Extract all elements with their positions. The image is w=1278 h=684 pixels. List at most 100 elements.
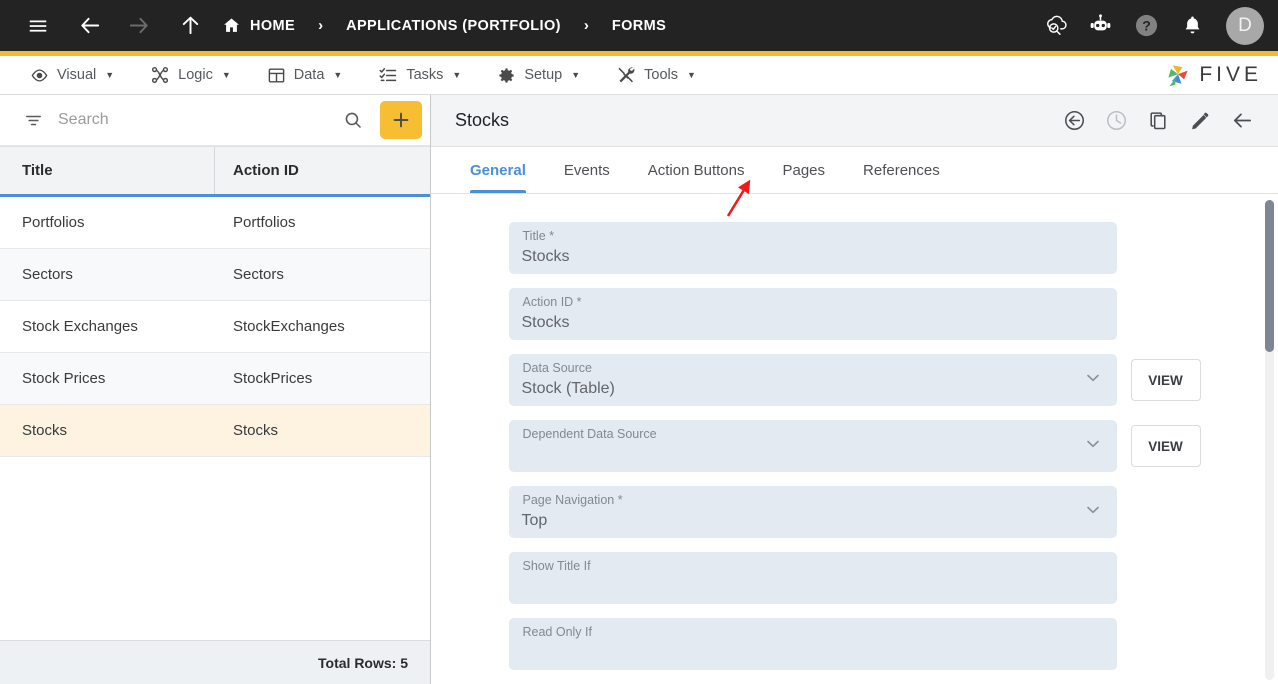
- five-logo-text: FIVE: [1199, 63, 1262, 86]
- field-row-data-source: Data Source Stock (Table) VIEW: [508, 354, 1201, 406]
- data-source-view-button[interactable]: VIEW: [1130, 359, 1201, 401]
- cloud-search-icon[interactable]: [1034, 6, 1074, 46]
- svg-text:?: ?: [1142, 18, 1151, 34]
- nav-forward-icon[interactable]: [118, 6, 158, 46]
- title-field[interactable]: Title * Stocks: [508, 222, 1117, 274]
- tab-pages-label: Pages: [782, 161, 826, 179]
- row-action-id: Stocks: [233, 422, 279, 439]
- total-rows-label: Total Rows: 5: [0, 640, 430, 684]
- data-source-select[interactable]: Data Source Stock (Table): [508, 354, 1117, 406]
- search-icon[interactable]: [338, 105, 368, 135]
- action-id-field[interactable]: Action ID * Stocks: [508, 288, 1117, 340]
- menu-tools[interactable]: Tools ▼: [598, 56, 714, 95]
- table-row[interactable]: Stock Exchanges StockExchanges: [0, 301, 430, 353]
- hamburger-menu-icon[interactable]: [18, 6, 58, 46]
- data-source-value: Stock (Table): [521, 380, 615, 397]
- page-title: Stocks: [455, 110, 510, 130]
- search-toolbar: [0, 95, 430, 146]
- add-form-button[interactable]: [380, 101, 422, 139]
- notifications-bell-icon[interactable]: [1172, 6, 1212, 46]
- chevron-down-icon: ▼: [221, 70, 231, 80]
- action-id-field-value: Stocks: [521, 314, 570, 331]
- copy-duplicate-icon[interactable]: [1140, 103, 1176, 139]
- tab-action-buttons[interactable]: Action Buttons: [629, 147, 764, 193]
- five-pinwheel-icon: [1164, 61, 1192, 89]
- breadcrumb-separator-2: ›: [583, 17, 589, 34]
- topbar-left-group: HOME › APPLICATIONS (PORTFOLIO) › FORMS: [18, 6, 672, 46]
- logic-nodes-icon: [150, 65, 170, 85]
- action-id-field-label: Action ID *: [522, 295, 582, 309]
- avatar-initial: D: [1238, 14, 1252, 36]
- page-navigation-select[interactable]: Page Navigation * Top: [508, 486, 1117, 538]
- close-back-arrow-icon[interactable]: [1224, 103, 1260, 139]
- menu-tools-label: Tools: [644, 67, 678, 83]
- chevron-down-icon: ▼: [105, 70, 115, 80]
- page-navigation-value: Top: [521, 512, 548, 529]
- table-row-selected[interactable]: Stocks Stocks: [0, 405, 430, 457]
- tab-general-label: General: [470, 161, 526, 179]
- search-input[interactable]: [58, 111, 328, 129]
- table-row[interactable]: Stock Prices StockPrices: [0, 353, 430, 405]
- menu-setup[interactable]: Setup ▼: [479, 56, 598, 95]
- main-body: Title Action ID Portfolios Portfolios Se…: [0, 95, 1278, 684]
- tab-events[interactable]: Events: [545, 147, 629, 193]
- row-title: Stock Exchanges: [22, 318, 138, 335]
- column-header-action-id[interactable]: Action ID: [215, 147, 430, 194]
- edit-pencil-icon[interactable]: [1182, 103, 1218, 139]
- tab-general[interactable]: General: [451, 147, 545, 193]
- chevron-down-icon: ▼: [452, 70, 462, 80]
- breadcrumb-forms[interactable]: FORMS: [606, 18, 672, 34]
- revert-undo-icon[interactable]: [1056, 103, 1092, 139]
- form-scrollbar-track[interactable]: [1265, 200, 1274, 680]
- title-field-value: Stocks: [521, 248, 570, 265]
- menu-logic[interactable]: Logic ▼: [132, 56, 249, 95]
- dependent-data-source-label: Dependent Data Source: [522, 427, 657, 441]
- read-only-if-field[interactable]: Read Only If: [508, 618, 1117, 670]
- dependent-data-source-view-button[interactable]: VIEW: [1130, 425, 1201, 467]
- menu-data[interactable]: Data ▼: [249, 56, 361, 95]
- help-icon[interactable]: ?: [1126, 6, 1166, 46]
- form-fields-container: Title * Stocks Action ID * Stocks Data S…: [431, 194, 1278, 684]
- tab-pages[interactable]: Pages: [763, 147, 844, 193]
- search-box[interactable]: [8, 99, 376, 142]
- table-row[interactable]: Sectors Sectors: [0, 249, 430, 301]
- topbar-right-group: ? D: [1034, 6, 1264, 46]
- history-clock-icon[interactable]: [1098, 103, 1134, 139]
- chevron-down-icon: [1083, 368, 1103, 393]
- field-row-title: Title * Stocks: [508, 222, 1201, 274]
- filter-icon[interactable]: [18, 105, 48, 135]
- nav-back-icon[interactable]: [70, 6, 110, 46]
- read-only-if-label: Read Only If: [522, 625, 592, 639]
- tab-events-label: Events: [563, 161, 610, 179]
- robot-assistant-icon[interactable]: [1080, 6, 1120, 46]
- user-avatar[interactable]: D: [1226, 6, 1264, 45]
- show-title-if-field[interactable]: Show Title If: [508, 552, 1117, 604]
- breadcrumb-applications[interactable]: APPLICATIONS (PORTFOLIO): [340, 18, 567, 34]
- form-scrollbar-thumb[interactable]: [1265, 200, 1274, 352]
- tab-references-label: References: [863, 161, 940, 179]
- dependent-data-source-select[interactable]: Dependent Data Source: [508, 420, 1117, 472]
- page-navigation-label: Page Navigation *: [522, 493, 623, 507]
- nav-up-icon[interactable]: [170, 6, 210, 46]
- field-row-action-id: Action ID * Stocks: [508, 288, 1201, 340]
- field-row-dependent-data-source: Dependent Data Source VIEW: [508, 420, 1201, 472]
- field-row-show-title-if: Show Title If: [508, 552, 1201, 604]
- row-title: Stock Prices: [22, 370, 106, 387]
- general-form: Title * Stocks Action ID * Stocks Data S…: [431, 194, 1278, 684]
- column-header-title[interactable]: Title: [0, 147, 215, 194]
- table-row[interactable]: Portfolios Portfolios: [0, 197, 430, 249]
- tab-references[interactable]: References: [844, 147, 959, 193]
- chevron-down-icon: ▼: [571, 70, 581, 80]
- row-action-id: StockExchanges: [233, 318, 345, 335]
- breadcrumb-home[interactable]: HOME: [210, 16, 301, 35]
- application-menu-bar: Visual ▼ Logic ▼ Data ▼ Tasks ▼ Setup ▼ …: [0, 56, 1278, 95]
- menu-visual[interactable]: Visual ▼: [12, 56, 132, 95]
- tab-action-buttons-label: Action Buttons: [647, 161, 745, 179]
- eye-icon: [30, 66, 49, 85]
- menu-tasks[interactable]: Tasks ▼: [360, 56, 479, 95]
- chevron-down-icon: [1083, 434, 1103, 459]
- detail-tabs: General Events Action Buttons Pages Refe…: [431, 147, 1278, 194]
- title-field-label: Title *: [522, 229, 555, 243]
- field-row-page-navigation: Page Navigation * Top: [508, 486, 1201, 538]
- chevron-down-icon: ▼: [687, 70, 696, 80]
